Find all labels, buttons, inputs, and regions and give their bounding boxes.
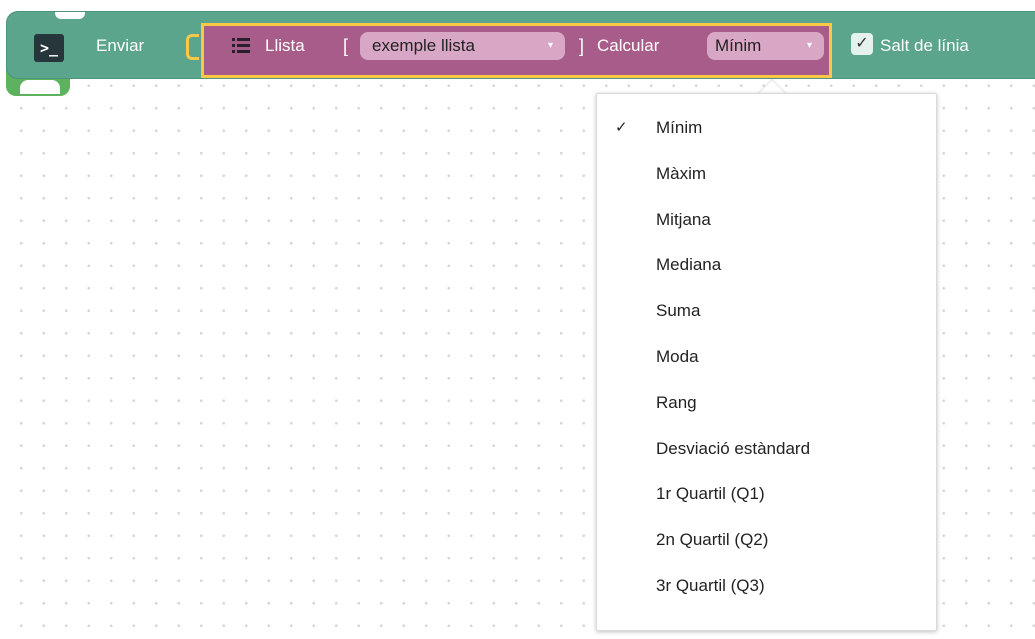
linebreak-label: Salt de línia [880, 36, 969, 55]
list-variable-value: exemple llista [372, 36, 475, 55]
menu-item-label: Rang [656, 392, 697, 412]
block-connector-notch [20, 80, 60, 94]
block-top-notch [55, 12, 85, 19]
menu-item[interactable]: Moda [597, 337, 936, 377]
menu-item-label: Màxim [656, 163, 707, 183]
menu-item[interactable]: 2n Quartil (Q2) [597, 520, 936, 560]
menu-item[interactable]: 3r Quartil (Q3) [597, 566, 936, 606]
enviar-label: Enviar [96, 36, 145, 55]
menu-item-label: 1r Quartil (Q1) [656, 484, 765, 504]
menu-item[interactable]: ✓ Mínim [597, 108, 936, 148]
chevron-down-icon: ▾ [806, 40, 812, 51]
close-bracket: ] [579, 36, 585, 56]
menu-item[interactable]: Desviació estàndard [597, 429, 936, 469]
menu-item[interactable]: Mitjana [597, 200, 936, 240]
operation-value: Mínim [715, 36, 762, 55]
dropdown-arrow-pointer [758, 80, 786, 94]
checkmark-icon: ✓ [615, 119, 628, 136]
menu-item[interactable]: Mediana [597, 245, 936, 285]
operation-dropdown[interactable]: Mínim ▾ [707, 32, 824, 60]
menu-item-label: Mitjana [656, 209, 711, 229]
terminal-icon: >_ [34, 34, 64, 62]
menu-item-label: 2n Quartil (Q2) [656, 530, 769, 550]
menu-item-label: Desviació estàndard [656, 438, 811, 458]
operation-dropdown-menu: ✓ Mínim Màxim Mitjana Mediana Suma Moda Rang Des… [596, 93, 937, 631]
menu-item[interactable]: 1r Quartil (Q1) [597, 474, 936, 514]
menu-item-label: 3r Quartil (Q3) [656, 576, 765, 595]
open-bracket: [ [343, 36, 349, 56]
menu-item[interactable]: Màxim [597, 154, 936, 194]
menu-item[interactable]: Suma [597, 291, 936, 331]
llista-label: Llista [265, 36, 305, 55]
calcular-label: Calcular [597, 36, 660, 55]
list-variable-dropdown[interactable]: exemple llista ▾ [360, 32, 565, 60]
menu-item-label: Moda [656, 347, 699, 366]
linebreak-checkbox[interactable]: ✓ [851, 33, 873, 55]
menu-item[interactable]: Rang [597, 383, 936, 423]
menu-item-label: Mínim [656, 118, 703, 137]
chevron-down-icon: ▾ [547, 40, 553, 51]
menu-item-label: Mediana [656, 255, 722, 275]
menu-item-label: Suma [656, 301, 701, 321]
input-socket [186, 34, 199, 60]
list-icon [232, 36, 250, 56]
blockly-workspace[interactable]: >_ Enviar Llista [ exemple llista ▾ ] Ca… [0, 0, 1035, 639]
